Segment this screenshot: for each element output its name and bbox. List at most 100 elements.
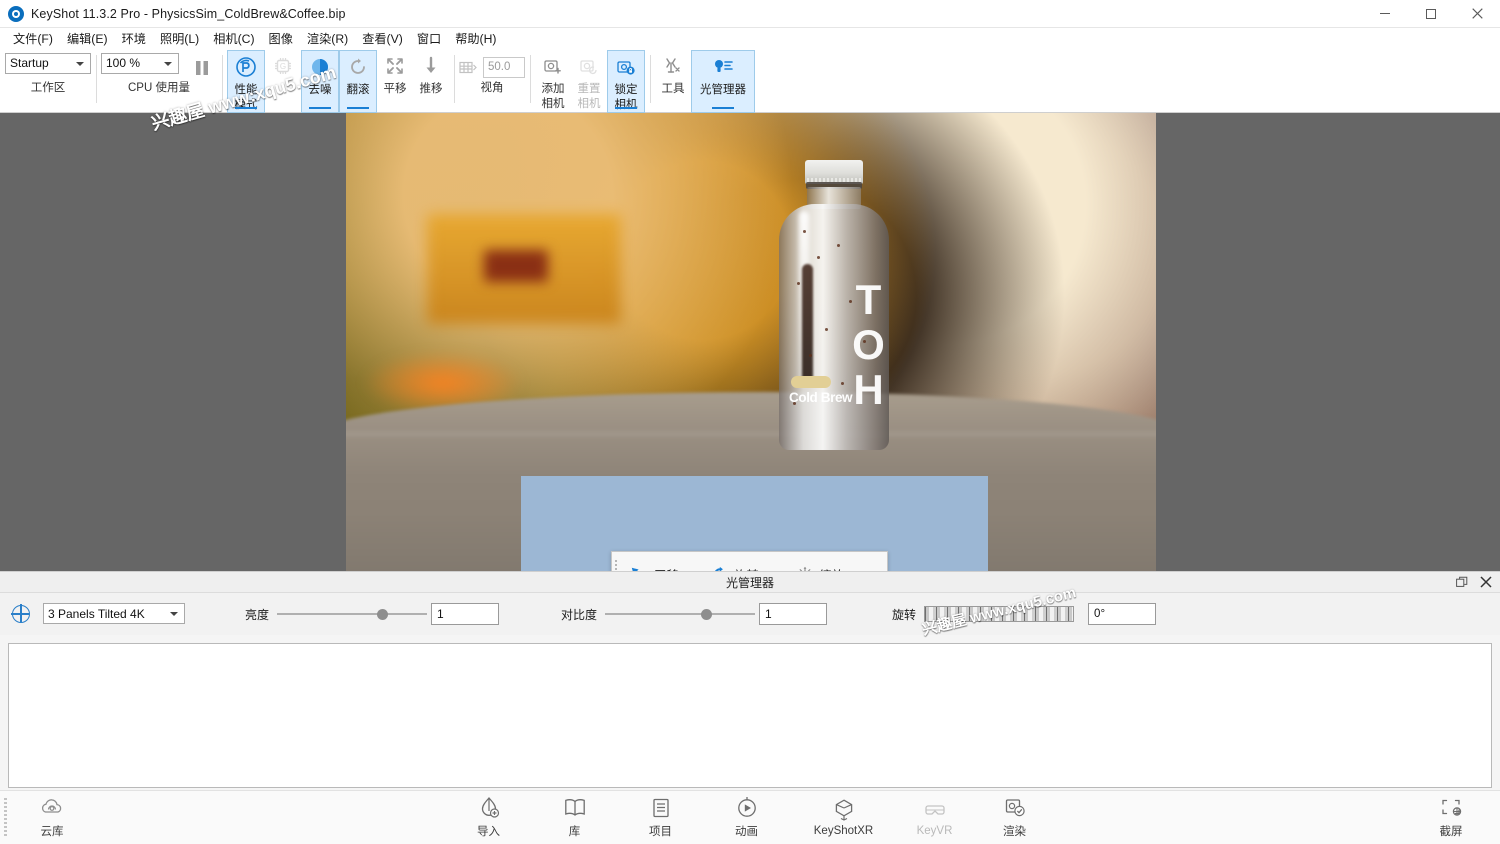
transform-dialog[interactable]: 平移 旋转 [611,551,888,571]
water-drop [849,300,852,303]
toolbar-group-camera: 添加 相机 重置 相机 锁定 相机 [530,50,650,113]
menu-image[interactable]: 图像 [262,29,300,49]
reset-camera-button: 重置 相机 [571,50,607,113]
performance-mode-button[interactable]: 性能 模式 [227,50,265,113]
slider-knob[interactable] [701,609,713,620]
slider-knob[interactable] [377,609,389,620]
maximize-button[interactable] [1408,0,1454,28]
perspective-icon [459,61,477,73]
render-button[interactable]: 渲染 [984,796,1046,839]
render-label: 渲染 [1003,826,1026,838]
contrast-slider[interactable] [605,603,756,625]
contrast-control: 对比度 1 [561,603,828,625]
reset-camera-label-1: 重置 [577,83,601,95]
project-button[interactable]: 项目 [630,796,692,839]
dialog-drag-grip[interactable] [615,560,617,571]
rotation-strip[interactable] [924,606,1075,622]
tumble-label: 翻滚 [346,84,370,96]
minimize-button[interactable] [1362,0,1408,28]
tools-button[interactable]: 工具 [655,50,691,113]
animation-icon [737,797,756,817]
library-button[interactable]: 库 [544,796,606,839]
menu-view[interactable]: 查看(V) [355,29,410,49]
library-label: 库 [568,826,581,838]
project-label: 项目 [649,826,672,838]
tumble-button[interactable]: 翻滚 [339,50,377,113]
lock-camera-button[interactable]: 锁定 相机 [607,50,645,113]
performance-mode-icon [236,57,256,77]
denoise-icon [312,59,328,75]
rotation-input[interactable]: 0° [1088,603,1157,625]
coffee-bottle: TOH Cold Brew [773,160,895,450]
render-icon [1005,799,1025,817]
toolbar-group-tools: 工具 光管理器 [650,50,760,113]
add-camera-button[interactable]: 添加 相机 [535,50,571,113]
keyshot-application-window: KeyShot 11.3.2 Pro - PhysicsSim_ColdBrew… [0,0,1500,844]
restore-panel-button[interactable] [1456,575,1468,593]
project-icon [652,798,669,818]
screenshot-icon [1442,799,1462,816]
menu-help[interactable]: 帮助(H) [448,29,503,49]
fov-input[interactable]: 50.0 [483,57,525,78]
screenshot-button[interactable]: 截屏 [1420,796,1482,839]
import-button[interactable]: 导入 [458,796,520,839]
workspace-group-label: 工作区 [30,82,66,94]
render-viewport[interactable]: TOH Cold Brew [0,113,1500,571]
brightness-control: 亮度 1 [245,603,500,625]
contrast-label: 对比度 [561,607,598,622]
menu-environment[interactable]: 环境 [115,29,153,49]
import-icon [481,797,499,818]
dolly-label: 推移 [419,83,443,95]
cpu-usage-select[interactable]: 100 % [101,53,179,74]
library-icon [564,799,585,816]
water-drop [803,230,806,233]
close-panel-button[interactable] [1480,575,1492,593]
environment-select[interactable]: 3 Panels Tilted 4K [43,603,185,624]
water-drop [797,282,800,285]
brightness-input[interactable]: 1 [431,603,500,625]
menu-window[interactable]: 窗口 [410,29,448,49]
water-drop [837,244,840,247]
performance-mode-label-2: 模式 [234,98,258,111]
cloud-library-button[interactable]: 云库 [21,796,83,839]
menu-edit[interactable]: 编辑(E) [60,29,115,49]
contrast-input[interactable]: 1 [759,603,828,625]
close-button[interactable] [1454,0,1500,28]
menu-render[interactable]: 渲染(R) [300,29,355,49]
add-camera-label-1: 添加 [541,83,565,95]
window-controls [1362,0,1500,28]
pan-button[interactable]: 平移 [377,50,413,113]
restore-panel-icon [1456,576,1468,587]
keyshotxr-button[interactable]: KeyShotXR [802,798,886,837]
bottle-label-pill [791,376,831,388]
lock-camera-label-2: 相机 [614,98,638,111]
tumble-icon [351,58,365,74]
keyvr-label: KeyVR [916,825,953,837]
water-drop [863,340,866,343]
slider-track [277,613,428,615]
reset-camera-icon [580,60,597,75]
menu-bar: 文件(F) 编辑(E) 环境 照明(L) 相机(C) 图像 渲染(R) 查看(V… [0,28,1500,50]
taskbar-drag-grip[interactable] [4,797,7,838]
menu-camera[interactable]: 相机(C) [206,29,261,49]
import-label: 导入 [477,826,500,838]
keyshotxr-icon [835,799,852,821]
tools-icon [666,58,680,73]
keyvr-icon [924,805,945,815]
bottle-brand-text: TOH [845,276,892,411]
main-toolbar: Startup 工作区 100 % CPU 使用量 性能 模式 G 去噪 翻滚 … [0,50,1500,113]
animation-button[interactable]: 动画 [716,796,778,839]
environment-combo-wrap: 3 Panels Tilted 4K [43,603,185,625]
light-list-panel[interactable] [8,643,1492,788]
brightness-slider[interactable] [277,603,428,625]
dolly-button[interactable]: 推移 [413,50,449,113]
close-panel-icon [1480,576,1492,588]
denoise-button[interactable]: 去噪 [301,50,339,113]
pause-button[interactable] [187,53,217,83]
workspace-select[interactable]: Startup [5,53,91,74]
light-manager-button[interactable]: 光管理器 [691,50,755,113]
light-manager-controls: 3 Panels Tilted 4K 亮度 1 对比度 1 旋转 0° [0,593,1500,635]
denoise-label: 去噪 [308,84,332,96]
menu-lighting[interactable]: 照明(L) [153,29,206,49]
menu-file[interactable]: 文件(F) [6,29,60,49]
